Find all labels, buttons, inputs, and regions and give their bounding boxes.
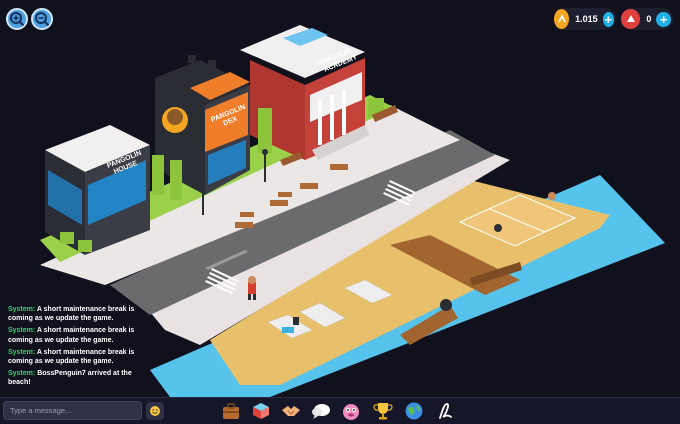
emoji-button[interactable] bbox=[146, 402, 164, 420]
pangolin-house-building[interactable]: PANGOLIN HOUSE bbox=[45, 95, 150, 255]
buy-gems-button[interactable]: + bbox=[656, 11, 671, 27]
zoom-out-icon bbox=[35, 12, 50, 27]
zoom-out-button[interactable] bbox=[31, 8, 53, 30]
coin-icon bbox=[554, 9, 570, 29]
gem-icon bbox=[621, 9, 641, 29]
briefcase-icon bbox=[223, 403, 239, 419]
chat-bubble-icon bbox=[312, 404, 330, 419]
game-viewport[interactable]: PANGOLIN HOUSE PANGOLIN DEX PANGOLIN ACA… bbox=[0, 0, 680, 424]
chat-button[interactable] bbox=[309, 399, 333, 423]
globe-icon bbox=[405, 402, 423, 420]
pets-button[interactable] bbox=[339, 399, 363, 423]
gem-balance: 0 bbox=[646, 14, 652, 24]
leaderboard-button[interactable] bbox=[371, 399, 395, 423]
zoom-in-button[interactable] bbox=[6, 8, 28, 30]
inventory-button[interactable] bbox=[249, 399, 273, 423]
handshake-icon bbox=[282, 406, 300, 416]
chat-message: System: A short maintenance break is com… bbox=[8, 306, 135, 323]
chat-input[interactable] bbox=[3, 401, 142, 420]
backpack-button[interactable] bbox=[219, 399, 243, 423]
pet-icon bbox=[343, 404, 359, 420]
signature-button[interactable] bbox=[433, 399, 457, 423]
gem-counter: 0 + bbox=[621, 8, 673, 30]
coin-counter: 1.015 + bbox=[554, 8, 616, 30]
chat-message: System: BossPenguin7 arrived at the beac… bbox=[8, 370, 132, 387]
inventory-box-icon bbox=[253, 403, 269, 419]
smiley-icon bbox=[150, 406, 160, 416]
zoom-in-icon bbox=[10, 12, 25, 27]
coin-balance: 1.015 bbox=[575, 14, 598, 24]
trade-button[interactable] bbox=[279, 399, 303, 423]
buy-coins-button[interactable]: + bbox=[602, 11, 614, 27]
world-map-button[interactable] bbox=[402, 399, 426, 423]
trophy-icon bbox=[373, 403, 393, 420]
chat-message: System: A short maintenance break is com… bbox=[8, 327, 135, 344]
chat-message: System: A short maintenance break is com… bbox=[8, 348, 135, 366]
trash-can bbox=[293, 317, 299, 325]
chat-log: System: A short maintenance break is com… bbox=[8, 305, 148, 391]
pangolin-dex-building[interactable]: PANGOLIN DEX bbox=[155, 55, 251, 195]
signature-icon bbox=[439, 403, 452, 419]
